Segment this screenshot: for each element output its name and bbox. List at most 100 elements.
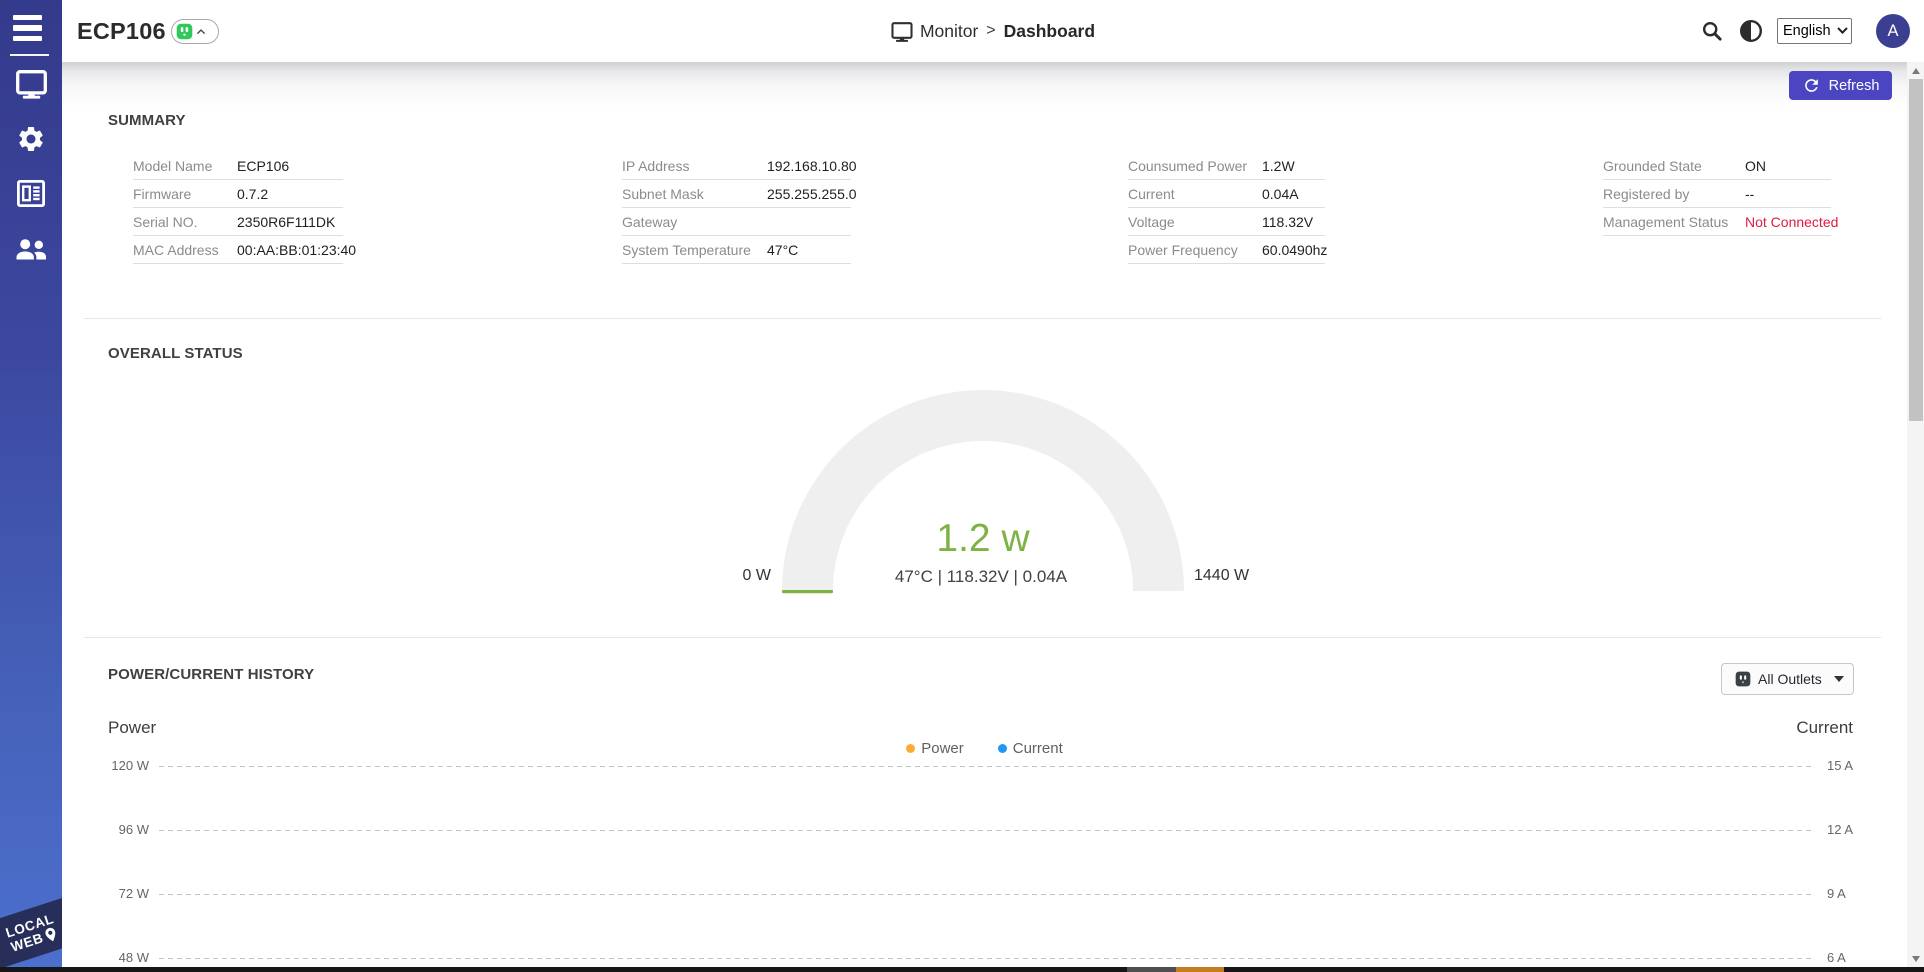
- gauge-value: 1.2 w: [883, 517, 1083, 561]
- right-tick: 9 A: [1827, 886, 1887, 901]
- chart-legend: Power Current: [62, 740, 1907, 757]
- history-title: POWER/CURRENT HISTORY: [108, 666, 314, 683]
- summary-label: Serial NO.: [133, 214, 237, 230]
- summary-row: Management StatusNot Connected: [1603, 208, 1831, 236]
- avatar[interactable]: A: [1876, 14, 1910, 48]
- sidebar-item-users[interactable]: [0, 229, 62, 269]
- summary-value: 0.7.2: [237, 186, 268, 202]
- search-icon: [1701, 20, 1724, 43]
- main-content: Refresh SUMMARY Model NameECP106 Firmwar…: [62, 62, 1907, 972]
- summary-column-management: Grounded StateON Registered by-- Managem…: [1603, 152, 1831, 236]
- right-tick: 15 A: [1827, 758, 1887, 773]
- summary-row: Voltage118.32V: [1128, 208, 1325, 236]
- menu-icon[interactable]: [13, 15, 42, 42]
- left-tick: 120 W: [62, 758, 149, 773]
- left-axis-title: Power: [108, 718, 156, 738]
- sidebar-item-monitor[interactable]: [0, 64, 62, 104]
- breadcrumb-separator: >: [985, 22, 996, 40]
- monitor-icon: [16, 70, 47, 99]
- summary-label: System Temperature: [622, 242, 767, 258]
- language-select[interactable]: English: [1777, 18, 1852, 44]
- refresh-button[interactable]: Refresh: [1789, 71, 1892, 100]
- right-axis-title: Current: [1763, 718, 1853, 738]
- gauge-max-label: 1440 W: [1194, 567, 1284, 585]
- summary-value: 1.2W: [1262, 158, 1295, 174]
- summary-row: Gateway: [622, 208, 851, 236]
- breadcrumb-page[interactable]: Dashboard: [1004, 21, 1095, 42]
- gauge-progress: [782, 590, 833, 593]
- summary-label: Current: [1128, 186, 1262, 202]
- overall-status-title: OVERALL STATUS: [108, 345, 243, 362]
- summary-column-device: Model NameECP106 Firmware0.7.2 Serial NO…: [133, 152, 343, 264]
- legend-item-power[interactable]: Power: [906, 740, 964, 757]
- legend-item-current[interactable]: Current: [998, 740, 1063, 757]
- summary-label: MAC Address: [133, 242, 237, 258]
- gauge-min-label: 0 W: [691, 567, 771, 585]
- logs-newspaper-icon: [17, 180, 45, 207]
- dark-mode-toggle[interactable]: [1739, 19, 1763, 43]
- summary-row: Subnet Mask255.255.255.0: [622, 180, 851, 208]
- summary-label: Gateway: [622, 214, 767, 230]
- scrollbar-down-button[interactable]: [1907, 950, 1924, 967]
- summary-label: Voltage: [1128, 214, 1262, 230]
- summary-row: Grounded StateON: [1603, 152, 1831, 180]
- left-tick: 48 W: [62, 950, 149, 965]
- sidebar-item-settings[interactable]: [0, 119, 62, 159]
- summary-row: Registered by--: [1603, 180, 1831, 208]
- taskbar-segment-orange: [1176, 967, 1224, 972]
- summary-row: Power Frequency60.0490hz: [1128, 236, 1325, 264]
- location-pin-icon: [43, 926, 60, 944]
- summary-label: Model Name: [133, 158, 237, 174]
- summary-value: 0.04A: [1262, 186, 1299, 202]
- sidebar-item-logs[interactable]: [0, 173, 62, 213]
- search-button[interactable]: [1701, 20, 1724, 43]
- left-tick: 96 W: [62, 822, 149, 837]
- sidebar-divider: [10, 54, 49, 56]
- summary-label: Counsumed Power: [1128, 158, 1262, 174]
- outlet-icon: [1735, 671, 1751, 687]
- scroll-down-arrow-icon: [1912, 956, 1920, 962]
- summary-label: Management Status: [1603, 214, 1745, 230]
- summary-column-network: IP Address192.168.10.80 Subnet Mask255.2…: [622, 152, 851, 264]
- summary-value: 47°C: [767, 242, 798, 258]
- summary-label: Registered by: [1603, 186, 1745, 202]
- gridline: [159, 830, 1815, 831]
- summary-value: 2350R6F111DK: [237, 214, 335, 230]
- outlet-filter-button[interactable]: All Outlets: [1721, 663, 1854, 695]
- summary-row: Firmware0.7.2: [133, 180, 343, 208]
- summary-label: Power Frequency: [1128, 242, 1262, 258]
- scrollbar-up-button[interactable]: [1907, 62, 1924, 79]
- summary-title: SUMMARY: [108, 112, 186, 129]
- summary-label: Grounded State: [1603, 158, 1745, 174]
- summary-value: ON: [1745, 158, 1766, 174]
- breadcrumb-section[interactable]: Monitor: [920, 21, 978, 42]
- section-divider: [84, 637, 1881, 638]
- section-divider: [84, 318, 1881, 319]
- taskbar-segment-gray: [1127, 967, 1176, 972]
- refresh-icon: [1802, 76, 1821, 95]
- scrollbar-thumb[interactable]: [1909, 79, 1923, 421]
- top-bar: ECP106 Monitor > Dashboar: [62, 0, 1924, 62]
- scrollbar[interactable]: [1907, 62, 1924, 967]
- summary-value-alert: Not Connected: [1745, 214, 1838, 230]
- scroll-up-arrow-icon: [1912, 68, 1920, 74]
- right-tick: 12 A: [1827, 822, 1887, 837]
- power-gauge: [782, 390, 1186, 594]
- summary-row: MAC Address00:AA:BB:01:23:40: [133, 236, 343, 264]
- summary-value: 60.0490hz: [1262, 242, 1327, 258]
- summary-label: Firmware: [133, 186, 237, 202]
- sidebar: LOCAL WEB: [0, 0, 62, 972]
- header-tools: English A: [1701, 0, 1910, 62]
- language-select-wrap: English: [1777, 18, 1852, 44]
- avatar-initial: A: [1887, 22, 1898, 41]
- summary-row: Model NameECP106: [133, 152, 343, 180]
- users-icon: [15, 236, 47, 262]
- summary-row: Current0.04A: [1128, 180, 1325, 208]
- summary-value: --: [1745, 186, 1754, 202]
- gridline: [159, 766, 1815, 767]
- summary-column-power: Counsumed Power1.2W Current0.04A Voltage…: [1128, 152, 1325, 264]
- legend-label: Power: [921, 740, 964, 757]
- summary-value: 255.255.255.0: [767, 186, 857, 202]
- summary-value: ECP106: [237, 158, 289, 174]
- summary-value: 00:AA:BB:01:23:40: [237, 242, 356, 258]
